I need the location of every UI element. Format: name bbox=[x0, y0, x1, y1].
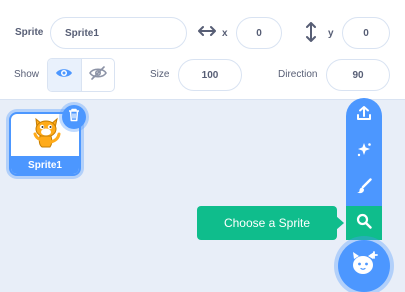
eye-icon bbox=[55, 66, 73, 84]
y-value: 0 bbox=[363, 27, 369, 39]
horizontal-arrows-icon bbox=[198, 24, 216, 42]
visibility-toggle bbox=[47, 58, 115, 92]
upload-icon bbox=[356, 105, 372, 126]
delete-sprite-button[interactable] bbox=[62, 105, 86, 129]
choose-sprite-button[interactable] bbox=[346, 206, 382, 240]
x-label: x bbox=[222, 28, 228, 39]
size-input[interactable]: 100 bbox=[178, 59, 242, 91]
choose-sprite-tooltip: Choose a Sprite bbox=[197, 206, 337, 240]
hide-button[interactable] bbox=[82, 59, 115, 91]
vertical-arrows-icon bbox=[304, 22, 318, 46]
size-label: Size bbox=[150, 69, 170, 80]
paintbrush-icon bbox=[356, 177, 372, 199]
x-input[interactable]: 0 bbox=[236, 17, 282, 49]
sprite-info-panel: Sprite Sprite1 x 0 y 0 Show Size 100 Dir… bbox=[0, 0, 405, 100]
x-value: 0 bbox=[256, 27, 262, 39]
cat-icon bbox=[28, 116, 62, 155]
trash-icon bbox=[68, 108, 80, 127]
sparkle-icon bbox=[356, 142, 372, 163]
direction-input[interactable]: 90 bbox=[326, 59, 390, 91]
sprite-tile-name: Sprite1 bbox=[11, 156, 79, 174]
direction-label: Direction bbox=[278, 69, 318, 80]
y-input[interactable]: 0 bbox=[342, 17, 390, 49]
show-button[interactable] bbox=[48, 59, 82, 91]
search-icon bbox=[356, 213, 372, 234]
size-value: 100 bbox=[201, 69, 219, 81]
cat-add-icon bbox=[350, 250, 378, 282]
paint-button[interactable] bbox=[346, 171, 382, 205]
eye-slash-icon bbox=[88, 65, 107, 86]
y-label: y bbox=[328, 28, 334, 39]
sprite-name-value: Sprite1 bbox=[65, 27, 99, 39]
show-label: Show bbox=[14, 69, 40, 80]
sprite-label: Sprite bbox=[15, 27, 44, 38]
tooltip-arrow bbox=[336, 216, 344, 230]
add-sprite-button[interactable] bbox=[338, 240, 390, 292]
sprite-name-input[interactable]: Sprite1 bbox=[50, 17, 187, 49]
direction-value: 90 bbox=[352, 69, 364, 81]
upload-sprite-button[interactable] bbox=[346, 98, 382, 132]
surprise-button[interactable] bbox=[346, 135, 382, 169]
